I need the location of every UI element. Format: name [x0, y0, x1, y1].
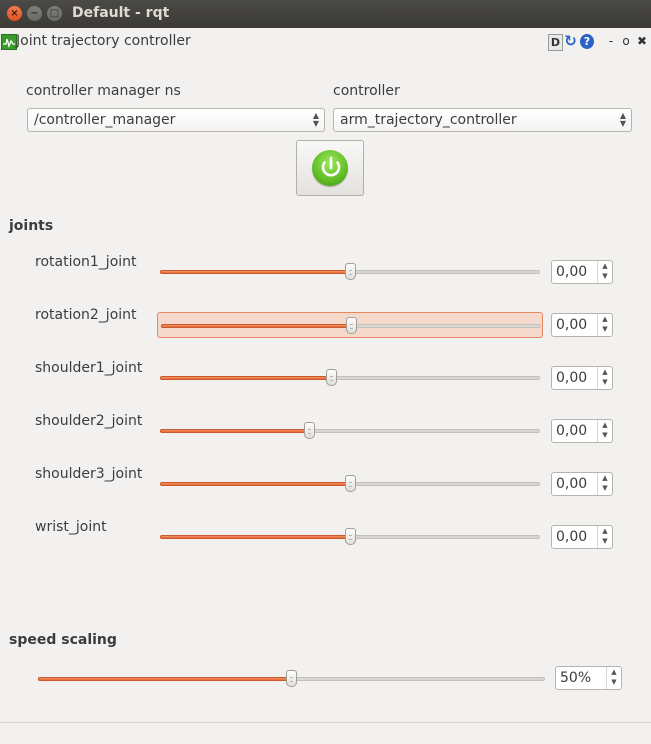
joint-slider[interactable]: [157, 259, 543, 285]
joint-value: 0,00: [556, 529, 588, 545]
controller-manager-label: controller manager ns: [26, 83, 181, 99]
joint-name-label: shoulder3_joint: [35, 466, 143, 482]
speed-scaling-title: speed scaling: [9, 632, 117, 648]
controller-value: arm_trajectory_controller: [340, 112, 517, 128]
joint-row: rotation1_joint 0,00 ▲ ▼: [0, 250, 651, 290]
joint-value-spinbox[interactable]: 0,00 ▲ ▼: [551, 472, 613, 496]
slider-fill: [160, 376, 333, 380]
joint-slider[interactable]: [157, 471, 543, 497]
joint-value: 0,00: [556, 317, 588, 333]
slider-fill: [160, 535, 352, 539]
joint-row: shoulder2_joint 0,00 ▲ ▼: [0, 409, 651, 449]
joint-slider[interactable]: [157, 312, 543, 338]
joint-row: rotation2_joint 0,00 ▲ ▼: [0, 303, 651, 343]
plugin-chart-icon: [1, 34, 17, 50]
joint-value-spinbox[interactable]: 0,00 ▲ ▼: [551, 313, 613, 337]
speed-scaling-value: 50%: [560, 670, 592, 686]
slider-fill: [160, 429, 311, 433]
joint-value: 0,00: [556, 423, 588, 439]
joint-name-label: shoulder2_joint: [35, 413, 143, 429]
joints-section-title: joints: [9, 218, 54, 234]
slider-handle[interactable]: [304, 422, 315, 439]
slider-fill: [160, 482, 352, 486]
combo-arrows-icon: ▲ ▼: [619, 111, 626, 128]
controller-manager-combo[interactable]: /controller_manager ▲ ▼: [27, 108, 325, 132]
joint-name-label: rotation1_joint: [35, 254, 137, 270]
joint-name-label: shoulder1_joint: [35, 360, 143, 376]
plugin-close-icon[interactable]: ✖: [636, 34, 648, 49]
reload-icon[interactable]: ↻: [563, 34, 578, 49]
controller-combo[interactable]: arm_trajectory_controller ▲ ▼: [333, 108, 632, 132]
spin-arrows-icon[interactable]: ▲ ▼: [597, 367, 612, 389]
controller-manager-value: /controller_manager: [34, 112, 176, 128]
joint-row: wrist_joint 0,00 ▲ ▼: [0, 515, 651, 555]
window-title: Default - rqt: [72, 5, 170, 21]
spin-arrows-icon[interactable]: ▲ ▼: [606, 667, 621, 689]
joint-slider[interactable]: [157, 418, 543, 444]
window-titlebar: × − □ Default - rqt: [0, 0, 651, 28]
joint-slider[interactable]: [157, 365, 543, 391]
joint-value-spinbox[interactable]: 0,00 ▲ ▼: [551, 366, 613, 390]
speed-scaling-slider[interactable]: [35, 666, 548, 692]
help-icon[interactable]: ?: [580, 34, 594, 49]
joint-value: 0,00: [556, 476, 588, 492]
slider-handle[interactable]: [345, 263, 356, 280]
plugin-minimize-icon[interactable]: -: [606, 34, 616, 49]
spin-arrows-icon[interactable]: ▲ ▼: [597, 314, 612, 336]
slider-handle[interactable]: [286, 670, 297, 687]
window-maximize-icon[interactable]: □: [47, 6, 62, 21]
plugin-header: Joint trajectory controller D ↻ ? - o ✖: [0, 28, 651, 56]
window-minimize-icon[interactable]: −: [27, 6, 42, 21]
status-divider: [0, 722, 651, 723]
spin-arrows-icon[interactable]: ▲ ▼: [597, 473, 612, 495]
slider-fill: [161, 324, 353, 328]
spin-arrows-icon[interactable]: ▲ ▼: [597, 526, 612, 548]
d-button-icon[interactable]: D: [548, 34, 563, 51]
slider-fill: [38, 677, 293, 681]
controller-label: controller: [333, 83, 400, 99]
plugin-title: Joint trajectory controller: [16, 33, 191, 49]
joint-name-label: wrist_joint: [35, 519, 107, 535]
controller-power-button[interactable]: [296, 140, 364, 196]
joint-row: shoulder1_joint 0,00 ▲ ▼: [0, 356, 651, 396]
joint-value-spinbox[interactable]: 0,00 ▲ ▼: [551, 260, 613, 284]
joint-slider[interactable]: [157, 524, 543, 550]
speed-scaling-spinbox[interactable]: 50% ▲ ▼: [555, 666, 622, 690]
plugin-float-icon[interactable]: o: [621, 34, 631, 49]
joint-value-spinbox[interactable]: 0,00 ▲ ▼: [551, 419, 613, 443]
slider-handle[interactable]: [345, 528, 356, 545]
joint-value: 0,00: [556, 264, 588, 280]
spin-arrows-icon[interactable]: ▲ ▼: [597, 261, 612, 283]
slider-handle[interactable]: [346, 317, 357, 334]
power-icon: [321, 156, 341, 177]
window-close-icon[interactable]: ×: [7, 6, 22, 21]
joint-row: shoulder3_joint 0,00 ▲ ▼: [0, 462, 651, 502]
joint-value-spinbox[interactable]: 0,00 ▲ ▼: [551, 525, 613, 549]
spin-arrows-icon[interactable]: ▲ ▼: [597, 420, 612, 442]
combo-arrows-icon: ▲ ▼: [312, 111, 319, 128]
slider-fill: [160, 270, 352, 274]
joint-name-label: rotation2_joint: [35, 307, 137, 323]
slider-handle[interactable]: [345, 475, 356, 492]
slider-handle[interactable]: [326, 369, 337, 386]
joint-value: 0,00: [556, 370, 588, 386]
